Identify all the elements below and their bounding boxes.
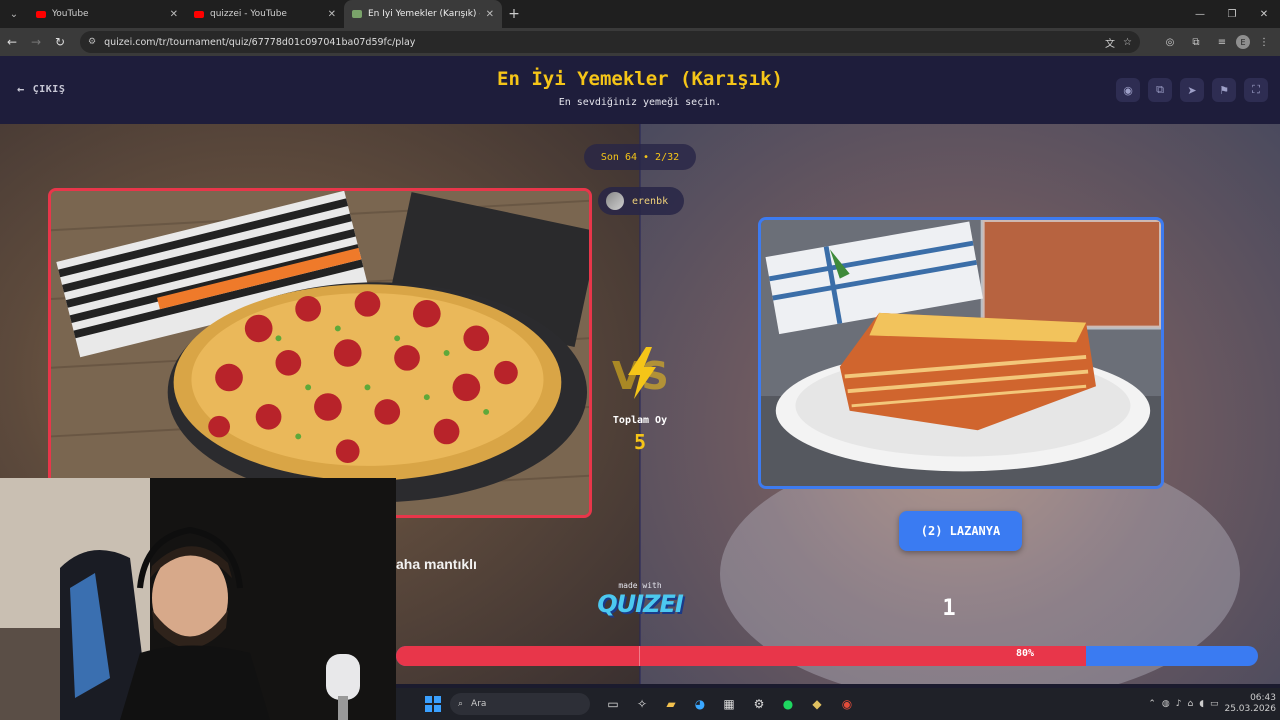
flag-icon[interactable]: ⚑ xyxy=(1212,78,1236,102)
page-title: En İyi Yemekler (Karışık) xyxy=(497,68,783,90)
close-icon[interactable]: ✕ xyxy=(170,9,178,20)
browser-toolbar-actions: ◎ ⧉ ≡ E ⋮ xyxy=(1158,28,1276,56)
youtube-icon xyxy=(36,10,46,18)
page-subtitle: En sevdiğiniz yemeği seçin. xyxy=(558,97,722,108)
browser-tabbar: ⌄ YouTube ✕ quizzei - YouTube ✕ En İyi Y… xyxy=(0,0,1280,28)
bookmark-star-icon[interactable]: ☆ xyxy=(1123,37,1132,48)
task-view-icon[interactable]: ▭ xyxy=(602,693,624,715)
mic-icon[interactable]: ♪ xyxy=(1176,699,1182,709)
copilot-icon[interactable]: ✧ xyxy=(631,693,653,715)
pizza-image xyxy=(51,191,589,515)
chrome-icon[interactable]: ◉ xyxy=(836,693,858,715)
tab-label: quizzei - YouTube xyxy=(210,9,287,19)
spotify-icon[interactable]: ● xyxy=(777,693,799,715)
chevron-up-icon[interactable]: ⌃ xyxy=(1148,699,1156,709)
edge-icon[interactable]: ◕ xyxy=(689,693,711,715)
avatar xyxy=(606,192,624,210)
new-tab-button[interactable]: + xyxy=(502,0,526,28)
total-votes-label: Toplam Oy xyxy=(612,415,668,426)
back-arrow-icon[interactable]: ← xyxy=(0,28,24,56)
eye-icon[interactable]: ◉ xyxy=(1116,78,1140,102)
streamer-webcam-image xyxy=(0,478,396,720)
taskbar-search-placeholder: Ara xyxy=(471,699,487,709)
tab-quiz-active[interactable]: En İyi Yemekler (Karışık) - Tier L ✕ xyxy=(344,0,502,28)
clock[interactable]: 06:43 25.03.2026 xyxy=(1224,693,1276,715)
profile-avatar[interactable]: E xyxy=(1236,35,1250,49)
choice-card-left[interactable] xyxy=(48,188,592,518)
copy-icon[interactable]: ⧉ xyxy=(1148,78,1172,102)
restore-icon[interactable]: ❐ xyxy=(1216,0,1248,28)
header-actions: ◉ ⧉ ➤ ⚑ ⛶ xyxy=(1116,78,1268,102)
right-votes-count: 1 xyxy=(942,596,956,621)
system-tray: ⌃ ◍ ♪ ⌂ ◖ ▭ 06:43 25.03.2026 xyxy=(1148,688,1280,720)
taskbar-search[interactable]: ⌕ Ara xyxy=(450,693,590,715)
tab-search-icon[interactable]: ⌄ xyxy=(0,0,28,28)
left-vote-fill xyxy=(396,646,1086,666)
ai-icon[interactable]: ◎ xyxy=(1158,30,1182,54)
forward-arrow-icon[interactable]: → xyxy=(24,28,48,56)
volume-icon[interactable]: ◖ xyxy=(1199,699,1204,709)
round-badge: Son 64 • 2/32 xyxy=(584,144,696,170)
quizei-favicon-icon xyxy=(352,10,362,18)
comment-text: aha mantıklı xyxy=(396,556,477,572)
tab-label: En İyi Yemekler (Karışık) - Tier L xyxy=(368,9,480,19)
url-text[interactable]: quizei.com/tr/tournament/quiz/67778d01c0… xyxy=(104,37,1097,48)
total-votes-value: 5 xyxy=(633,430,647,454)
made-with-label: made with xyxy=(618,581,662,590)
app-header xyxy=(0,56,1280,124)
youtube-icon xyxy=(194,10,204,18)
address-bar[interactable]: ⚙ quizei.com/tr/tournament/quiz/67778d01… xyxy=(80,31,1140,53)
tab-youtube[interactable]: YouTube ✕ xyxy=(28,0,186,28)
close-icon[interactable]: ✕ xyxy=(328,9,336,20)
site-info-icon[interactable]: ⚙ xyxy=(88,37,96,47)
vs-logo: VS xyxy=(612,347,669,399)
windows-start-icon[interactable] xyxy=(422,693,444,715)
media-icon[interactable]: ≡ xyxy=(1210,30,1234,54)
fullscreen-icon[interactable]: ⛶ xyxy=(1244,78,1268,102)
store-icon[interactable]: ▦ xyxy=(718,693,740,715)
quizei-logo: QUIZEI xyxy=(597,590,684,618)
clock-time: 06:43 xyxy=(1250,693,1276,703)
choice-card-right[interactable] xyxy=(758,217,1164,489)
choose-lasagna-button[interactable]: (2) LAZANYA xyxy=(899,511,1022,551)
settings-app-icon[interactable]: ⚙ xyxy=(748,693,770,715)
menu-kebab-icon[interactable]: ⋮ xyxy=(1252,30,1276,54)
vote-progress-bar: 80% xyxy=(396,646,1258,666)
webcam-overlay xyxy=(0,478,396,720)
browser-toolbar: ← → ↻ ⚙ quizei.com/tr/tournament/quiz/67… xyxy=(0,28,1280,56)
creator-badge[interactable]: erenbk xyxy=(598,187,684,215)
screen: ⌄ YouTube ✕ quizzei - YouTube ✕ En İyi Y… xyxy=(0,0,1280,720)
clock-date: 25.03.2026 xyxy=(1224,704,1276,714)
app-icon[interactable]: ◆ xyxy=(806,693,828,715)
window-close-icon[interactable]: ✕ xyxy=(1248,0,1280,28)
left-vote-percent: 80% xyxy=(1016,648,1035,659)
extensions-icon[interactable]: ⧉ xyxy=(1184,30,1208,54)
tab-quizzei-youtube[interactable]: quizzei - YouTube ✕ xyxy=(186,0,344,28)
tab-label: YouTube xyxy=(52,9,89,19)
minimize-icon[interactable]: — xyxy=(1184,0,1216,28)
window-controls: — ❐ ✕ xyxy=(1184,0,1280,28)
progress-midline xyxy=(639,646,640,666)
translate-icon[interactable]: 文 xyxy=(1105,35,1115,50)
creator-name: erenbk xyxy=(632,195,669,207)
tray-app-icon[interactable]: ◍ xyxy=(1162,699,1170,709)
search-icon: ⌕ xyxy=(458,699,464,709)
close-icon[interactable]: ✕ xyxy=(486,9,494,20)
send-icon[interactable]: ➤ xyxy=(1180,78,1204,102)
file-explorer-icon[interactable]: ▰ xyxy=(660,693,682,715)
network-icon[interactable]: ⌂ xyxy=(1187,699,1193,709)
lasagna-image xyxy=(761,220,1161,486)
battery-icon[interactable]: ▭ xyxy=(1210,699,1219,709)
reload-icon[interactable]: ↻ xyxy=(48,28,72,56)
